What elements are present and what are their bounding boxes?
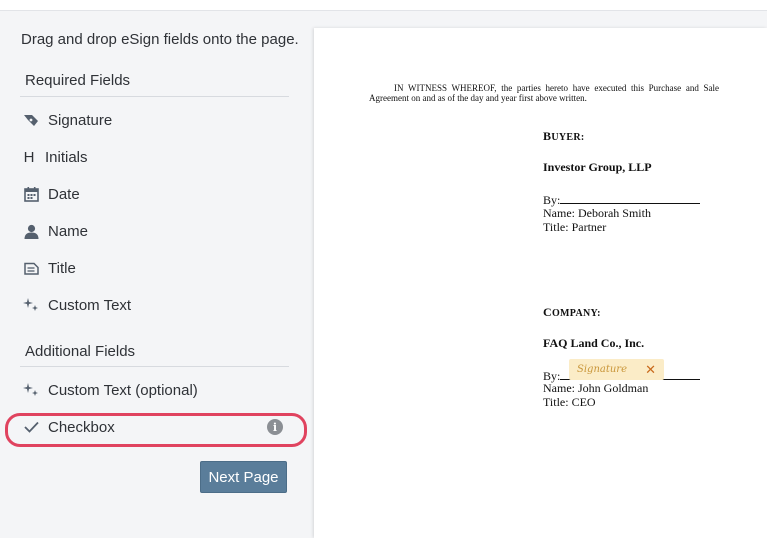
sparkle-icon (22, 296, 40, 314)
close-icon[interactable]: ✕ (645, 362, 656, 378)
buyer-name: Name: Deborah Smith (543, 206, 651, 220)
instructions-text: Drag and drop eSign fields onto the page… (21, 31, 299, 48)
additional-fields-title: Additional Fields (25, 343, 136, 360)
field-checkbox[interactable]: Checkbox (22, 415, 115, 439)
checkmark-icon (22, 418, 40, 436)
buyer-title: Title: Partner (543, 220, 607, 234)
field-title[interactable]: Title (22, 256, 76, 280)
company-title: Title: CEO (543, 395, 596, 409)
next-page-button[interactable]: Next Page (200, 461, 287, 493)
buyer-signature-line (560, 203, 700, 204)
company-party: FAQ Land Co., Inc. (543, 336, 645, 350)
field-label: Custom Text (48, 296, 132, 314)
company-name: Name: John Goldman (543, 381, 649, 395)
required-fields-title: Required Fields (25, 72, 131, 89)
top-bar (0, 0, 767, 11)
heading-rest: OMPANY: (551, 308, 601, 319)
sparkle-icon (22, 381, 40, 399)
h-letter-icon: H (23, 148, 35, 166)
pen-nib-icon (22, 111, 40, 129)
id-card-icon (22, 259, 40, 277)
section-divider (20, 96, 289, 97)
signature-field-tag[interactable]: Signature ✕ (569, 359, 664, 380)
field-name[interactable]: Name (22, 219, 88, 243)
field-label: Custom Text (optional) (48, 381, 198, 399)
buyer-party: Investor Group, LLP (543, 160, 652, 174)
field-custom-text[interactable]: Custom Text (22, 293, 131, 317)
info-icon[interactable]: i (267, 419, 283, 435)
field-date[interactable]: Date (22, 182, 80, 206)
field-label: Date (48, 185, 80, 203)
buyer-heading: BUYER: (543, 130, 584, 144)
field-label: Name (48, 222, 89, 240)
section-divider (20, 366, 289, 367)
company-heading: COMPANY: (543, 306, 601, 320)
person-icon (22, 222, 40, 240)
field-label: Title (48, 259, 76, 277)
document-page: IN WITNESS WHEREOF, the parties hereto h… (314, 28, 767, 538)
heading-rest: UYER: (551, 132, 585, 143)
heading-cap: C (543, 305, 552, 319)
field-initials[interactable]: H Initials (22, 145, 88, 169)
witness-paragraph: IN WITNESS WHEREOF, the parties hereto h… (369, 83, 719, 103)
field-signature[interactable]: Signature (22, 108, 112, 132)
signature-tag-label: Signature (577, 364, 628, 375)
field-custom-text-optional[interactable]: Custom Text (optional) (22, 378, 198, 402)
calendar-icon (22, 185, 40, 203)
field-label: Initials (45, 148, 88, 166)
field-label: Signature (48, 111, 113, 129)
field-label: Checkbox (48, 418, 115, 436)
